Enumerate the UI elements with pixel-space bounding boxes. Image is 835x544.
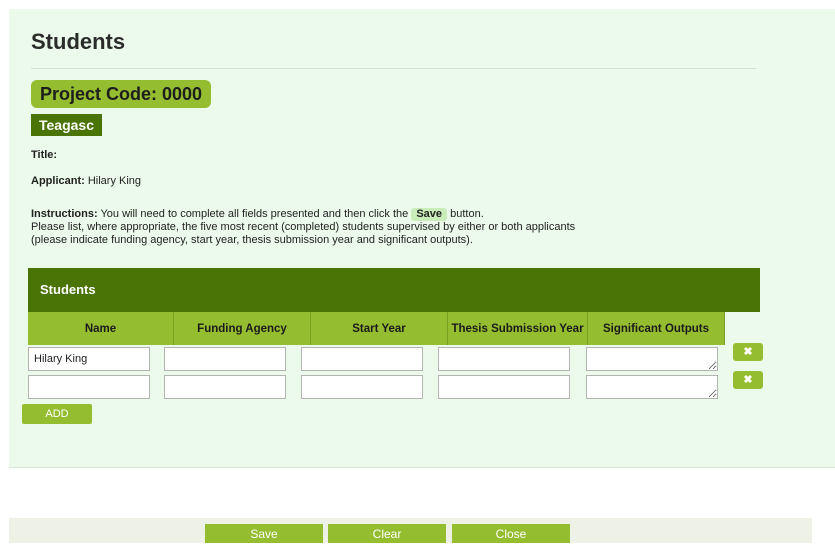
funding-agency-input[interactable] (164, 375, 286, 399)
column-header-significant-outputs: Significant Outputs (588, 312, 725, 345)
delete-row-button[interactable]: ✖ (733, 371, 763, 389)
close-icon: ✖ (743, 374, 753, 386)
table-header-row: Name Funding Agency Start Year Thesis Su… (28, 312, 725, 345)
instructions-label: Instructions: (31, 208, 98, 220)
close-icon: ✖ (743, 346, 753, 358)
thesis-submission-year-input[interactable] (438, 347, 570, 371)
table-row: ✖ (28, 343, 768, 373)
thesis-submission-year-input[interactable] (438, 375, 570, 399)
close-button[interactable]: Close (452, 524, 570, 543)
significant-outputs-textarea[interactable] (586, 375, 718, 399)
title-line: Title: (31, 149, 57, 161)
name-input[interactable] (28, 375, 150, 399)
name-input[interactable] (28, 347, 150, 371)
clear-button[interactable]: Clear (328, 524, 446, 543)
instructions-line-2: Please list, where appropriate, the five… (31, 221, 576, 233)
students-panel: Students Project Code: 0000 Teagasc Titl… (9, 9, 835, 468)
save-button[interactable]: Save (205, 524, 323, 543)
applicant-label: Applicant: (31, 175, 85, 187)
column-header-funding-agency: Funding Agency (174, 312, 311, 345)
instructions-text-after: button. (450, 208, 484, 220)
applicant-value: Hilary King (87, 175, 142, 187)
significant-outputs-textarea[interactable] (586, 347, 718, 371)
students-table-title: Students (28, 268, 760, 312)
footer-toolbar: Save Clear Close (9, 518, 812, 543)
column-header-name: Name (28, 312, 174, 345)
funding-agency-input[interactable] (164, 347, 286, 371)
delete-row-button[interactable]: ✖ (733, 343, 763, 361)
title-label: Title: (31, 149, 58, 161)
table-row: ✖ (28, 371, 768, 401)
instructions-line-3: (please indicate funding agency, start y… (31, 234, 473, 246)
instructions-line-1: Instructions: You will need to complete … (31, 208, 771, 221)
add-row-button[interactable]: ADD (22, 404, 92, 424)
instructions-text-before: You will need to complete all fields pre… (100, 208, 409, 220)
project-code-badge: Project Code: 0000 (31, 80, 212, 108)
column-header-start-year: Start Year (311, 312, 448, 345)
instructions-save-chip: Save (411, 208, 448, 221)
organisation-badge: Teagasc (31, 114, 102, 136)
page-title: Students (31, 29, 126, 54)
start-year-input[interactable] (301, 347, 423, 371)
instructions-block: Instructions: You will need to complete … (31, 208, 771, 247)
applicant-line: Applicant: Hilary King (31, 175, 141, 187)
start-year-input[interactable] (301, 375, 423, 399)
title-divider (31, 68, 756, 69)
column-header-thesis-submission-year: Thesis Submission Year (448, 312, 588, 345)
